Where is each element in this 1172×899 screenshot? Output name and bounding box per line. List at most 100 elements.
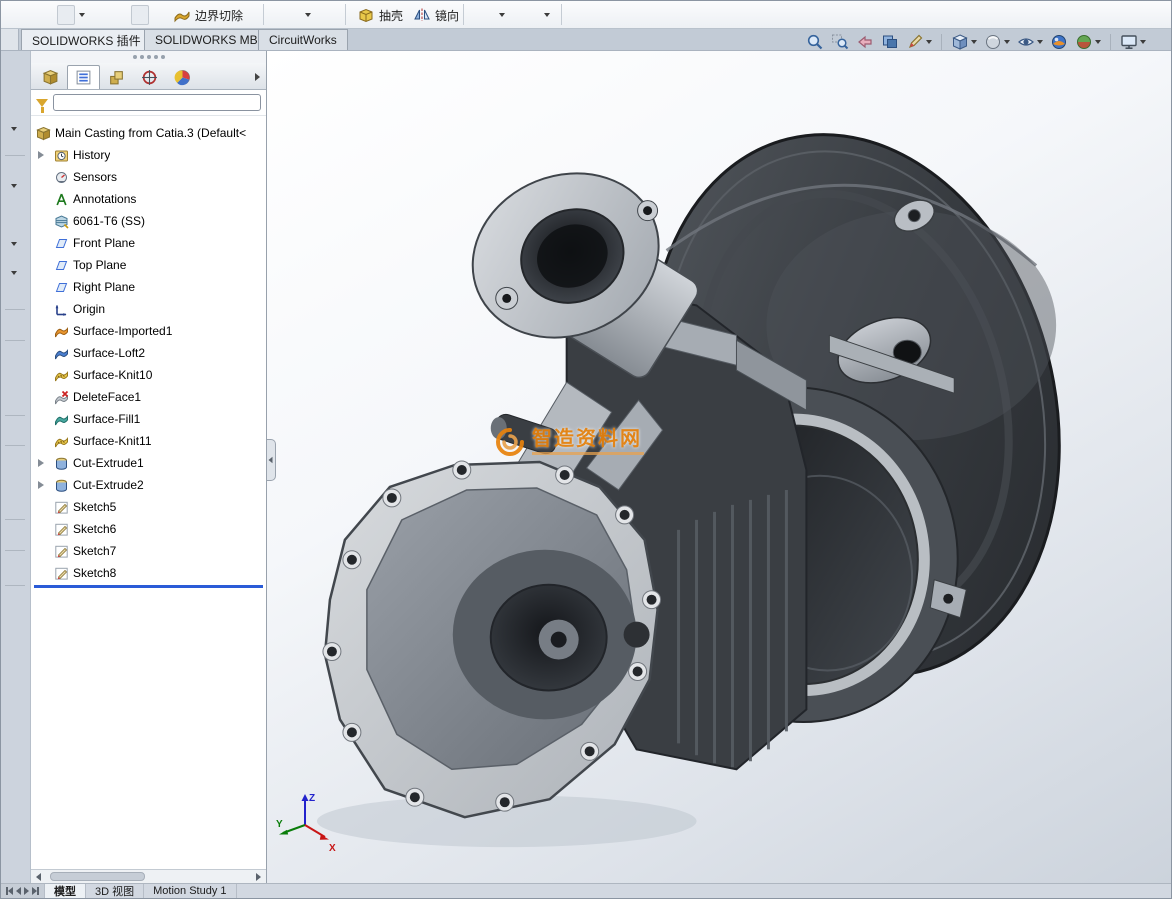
apply-scene-button[interactable] [1074,32,1102,52]
tree-item-surface-imported1[interactable]: Surface-Imported1 [31,320,266,342]
divider [5,550,25,551]
dropdown-caret-icon [305,13,311,17]
shell-button[interactable]: 抽壳 [353,1,407,29]
edit-appearance-button[interactable] [1049,32,1069,52]
tab-solidworks-addins[interactable]: SOLIDWORKS 插件 [21,29,152,50]
triad-x-label: X [329,843,336,853]
previous-view-icon [856,33,874,51]
divider [5,309,25,310]
panel-horizontal-scrollbar[interactable] [31,869,266,883]
filter-funnel-icon[interactable] [36,99,48,107]
tree-item-cut-extrude2[interactable]: Cut-Extrude2 [31,474,266,496]
tree-item-surface-fill1[interactable]: Surface-Fill1 [31,408,266,430]
cropped-tab[interactable] [1,29,19,50]
zoom-area-icon [831,33,849,51]
view-settings-button[interactable] [1119,32,1147,52]
tree-item-surface-knit11[interactable]: Surface-Knit11 [31,430,266,452]
view-orientation-button[interactable] [950,32,978,52]
previous-view-button[interactable] [855,32,875,52]
expand-arrow-icon[interactable] [38,459,44,467]
appearance-ball-icon [1050,33,1068,51]
tab-feature-manager[interactable] [34,65,67,89]
model-canvas[interactable] [267,51,1171,883]
tree-item-sensors[interactable]: Sensors [31,166,266,188]
tree-item-label: Main Casting from Catia.3 (Default< [55,126,246,140]
next-tab-button[interactable] [24,887,29,895]
tree-item-sketch5[interactable]: Sketch5 [31,496,266,518]
tree-item-material[interactable]: 6061-T6 (SS) [31,210,266,232]
cropped-ribbon-button-2[interactable] [131,1,149,29]
rollback-bar[interactable] [34,585,263,588]
tab-dimxpert-manager[interactable] [133,65,166,89]
dimxpert-icon [141,69,158,86]
ribbon-dropdown[interactable] [305,1,311,29]
tree-item-right-plane[interactable]: Right Plane [31,276,266,298]
tree-item-label: Sketch5 [73,500,116,514]
tree-item-history[interactable]: History [31,144,266,166]
cropped-ribbon-button[interactable] [57,1,85,29]
dropdown-caret-icon[interactable] [11,184,17,188]
triad-z-label: Z [309,793,315,804]
tree-item-surface-loft2[interactable]: Surface-Loft2 [31,342,266,364]
tab-circuitworks[interactable]: CircuitWorks [258,29,348,50]
tree-item-top-plane[interactable]: Top Plane [31,254,266,276]
tab-label: Motion Study 1 [153,885,226,897]
expand-arrow-icon[interactable] [38,481,44,489]
tab-property-manager[interactable] [67,65,100,89]
tab-3d-views[interactable]: 3D 视图 [86,884,144,898]
tree-filter-input[interactable] [53,94,261,111]
panel-resize-grip[interactable] [31,51,266,63]
zoom-fit-button[interactable] [805,32,825,52]
first-tab-button[interactable] [6,887,13,895]
dropdown-caret-icon[interactable] [11,271,17,275]
ribbon-dropdown[interactable] [499,1,505,29]
tree-item-label: Cut-Extrude2 [73,478,144,492]
tree-item-sketch6[interactable]: Sketch6 [31,518,266,540]
dropdown-caret-icon[interactable] [11,242,17,246]
graphics-viewport[interactable]: 智造资料网 Z Y X [267,51,1171,883]
prev-tab-button[interactable] [16,887,21,895]
boundary-cut-button[interactable]: 边界切除 [169,1,247,29]
annotation-view-button[interactable] [905,32,933,52]
tree-item-cut-extrude1[interactable]: Cut-Extrude1 [31,452,266,474]
scrollbar-thumb[interactable] [50,872,145,881]
annotation-view-icon [906,33,924,51]
tab-display-manager[interactable] [166,65,199,89]
tree-item-annotations[interactable]: Annotations [31,188,266,210]
sketch-icon [54,544,69,559]
tree-item-surface-knit10[interactable]: Surface-Knit10 [31,364,266,386]
tab-motion-study-1[interactable]: Motion Study 1 [144,884,236,898]
tree-item-origin[interactable]: Origin [31,298,266,320]
display-style-icon [984,33,1002,51]
display-style-button[interactable] [983,32,1011,52]
tree-item-main-casting[interactable]: Main Casting from Catia.3 (Default< [31,122,266,144]
tree-item-sketch7[interactable]: Sketch7 [31,540,266,562]
expand-arrow-icon[interactable] [38,151,44,159]
tree-item-deleteface1[interactable]: DeleteFace1 [31,386,266,408]
tab-configuration-manager[interactable] [100,65,133,89]
part-icon [36,126,51,141]
dropdown-caret-icon[interactable] [11,127,17,131]
tab-model[interactable]: 模型 [45,884,86,898]
ribbon-dropdown[interactable] [544,1,550,29]
divider [5,445,25,446]
mirror-icon [413,6,431,24]
section-view-button[interactable] [880,32,900,52]
manager-tab-overflow-button[interactable] [248,65,266,89]
zoom-area-button[interactable] [830,32,850,52]
panel-collapse-button[interactable] [267,439,276,481]
tree-item-sketch8[interactable]: Sketch8 [31,562,266,584]
surface-knit-icon [54,368,69,383]
scroll-left-button[interactable] [31,870,46,883]
mirror-button[interactable]: 镜向 [409,1,463,29]
sketch-icon [54,566,69,581]
scroll-right-button[interactable] [251,870,266,883]
tab-scroll-controls [1,884,45,898]
last-tab-button[interactable] [32,887,39,895]
solidworks-window: 边界切除 抽壳 镜向 SOLIDWORKS 插件 SOLIDWORKS MBD … [0,0,1172,899]
boundary-cut-label: 边界切除 [195,7,243,24]
tree-item-front-plane[interactable]: Front Plane [31,232,266,254]
hide-show-items-button[interactable] [1016,32,1044,52]
delete-face-icon [54,390,69,405]
watermark-subtext-line [532,452,644,455]
